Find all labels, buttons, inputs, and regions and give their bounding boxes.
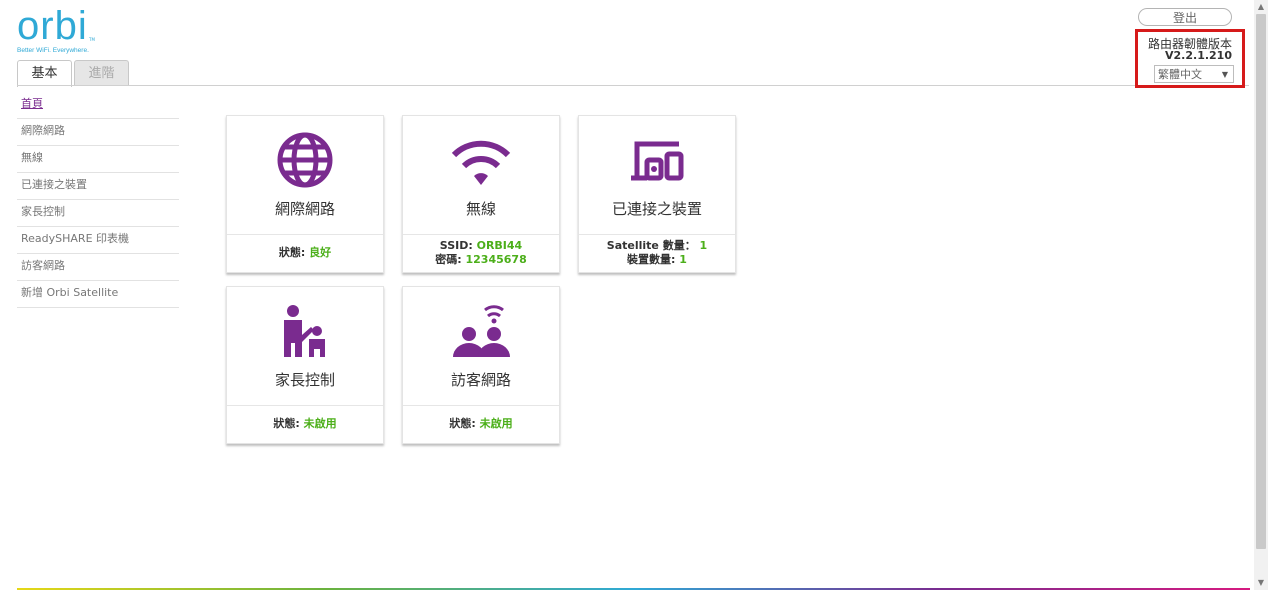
attached-devices-card[interactable]: 已連接之裝置 Satellite 數量： 1 裝置數量: 1 <box>578 115 736 273</box>
card-title: 家長控制 <box>274 371 335 389</box>
device-count-value: 1 <box>679 253 687 266</box>
status-label: 狀態: <box>278 246 310 259</box>
sidebar-item-wireless[interactable]: 無線 <box>17 146 179 173</box>
satellite-count-value: 1 <box>699 239 708 252</box>
status-value: 未啟用 <box>479 417 513 430</box>
sidebar-item-add-satellite[interactable]: 新增 Orbi Satellite <box>17 281 179 308</box>
device-count-label: 裝置數量: <box>627 253 680 266</box>
vertical-scrollbar[interactable]: ▲ ▼ <box>1254 0 1268 590</box>
card-status: Satellite 數量： 1 裝置數量: 1 <box>579 234 735 272</box>
scroll-down-icon[interactable]: ▼ <box>1254 576 1268 590</box>
language-select[interactable]: 繁體中文 ▼ <box>1154 65 1234 83</box>
chevron-down-icon: ▼ <box>1221 70 1228 79</box>
firmware-info-highlight: 路由器韌體版本 V2.2.1.210 繁體中文 ▼ <box>1135 29 1245 88</box>
satellite-count-label: Satellite 數量： <box>606 239 700 252</box>
scrollbar-thumb[interactable] <box>1256 14 1266 549</box>
wifi-icon <box>451 140 511 185</box>
internet-card[interactable]: 網際網路 狀態: 良好 <box>226 115 384 273</box>
firmware-version: V2.2.1.210 <box>1165 49 1232 62</box>
header-divider <box>17 85 1249 86</box>
wireless-card[interactable]: 無線 SSID: ORBI44 密碼: 12345678 <box>402 115 560 273</box>
logo-wordmark: orbi <box>17 4 88 48</box>
ssid-value: ORBI44 <box>476 239 523 252</box>
card-title: 訪客網路 <box>450 371 511 389</box>
tab-advanced[interactable]: 進階 <box>74 60 129 85</box>
sidebar-item-home[interactable]: 首頁 <box>17 92 179 119</box>
sidebar-item-internet[interactable]: 網際網路 <box>17 119 179 146</box>
status-label: 狀態: <box>449 417 480 430</box>
card-status: SSID: ORBI44 密碼: 12345678 <box>403 234 559 272</box>
orbi-logo: orbi TM Better WiFi. Everywhere. <box>17 4 95 54</box>
logo-tagline: Better WiFi. Everywhere. <box>17 47 89 54</box>
sidebar-item-parental-controls[interactable]: 家長控制 <box>17 200 179 227</box>
scroll-up-icon[interactable]: ▲ <box>1254 0 1268 14</box>
guest-network-card[interactable]: 訪客網路 狀態: 未啟用 <box>402 286 560 444</box>
sidebar-item-attached-devices[interactable]: 已連接之裝置 <box>17 173 179 200</box>
password-label: 密碼: <box>435 253 466 266</box>
parental-icon <box>284 305 325 357</box>
tab-basic[interactable]: 基本 <box>17 60 72 87</box>
devices-icon <box>631 141 684 181</box>
ssid-label: SSID: <box>439 239 477 252</box>
card-status: 狀態: 未啟用 <box>227 405 383 443</box>
sidebar-item-readyshare-printer[interactable]: ReadySHARE 印表機 <box>17 227 179 254</box>
status-value: 良好 <box>309 246 332 259</box>
status-label: 狀態: <box>273 417 304 430</box>
status-value: 未啟用 <box>303 417 337 430</box>
sidebar-item-guest-network[interactable]: 訪客網路 <box>17 254 179 281</box>
guest-network-icon <box>453 305 510 357</box>
card-status: 狀態: 未啟用 <box>403 405 559 443</box>
parental-controls-card[interactable]: 家長控制 狀態: 未啟用 <box>226 286 384 444</box>
globe-icon <box>277 132 333 188</box>
card-title: 已連接之裝置 <box>611 200 702 218</box>
sidebar-nav: 首頁 網際網路 無線 已連接之裝置 家長控制 ReadySHARE 印表機 訪客… <box>17 92 179 308</box>
language-selected-value: 繁體中文 <box>1158 68 1202 81</box>
card-title: 無線 <box>465 200 496 218</box>
logo-trademark: TM <box>89 37 95 42</box>
card-status: 狀態: 良好 <box>227 234 383 272</box>
card-title: 網際網路 <box>274 200 335 218</box>
password-value: 12345678 <box>465 253 527 266</box>
logout-button[interactable]: 登出 <box>1138 8 1232 26</box>
